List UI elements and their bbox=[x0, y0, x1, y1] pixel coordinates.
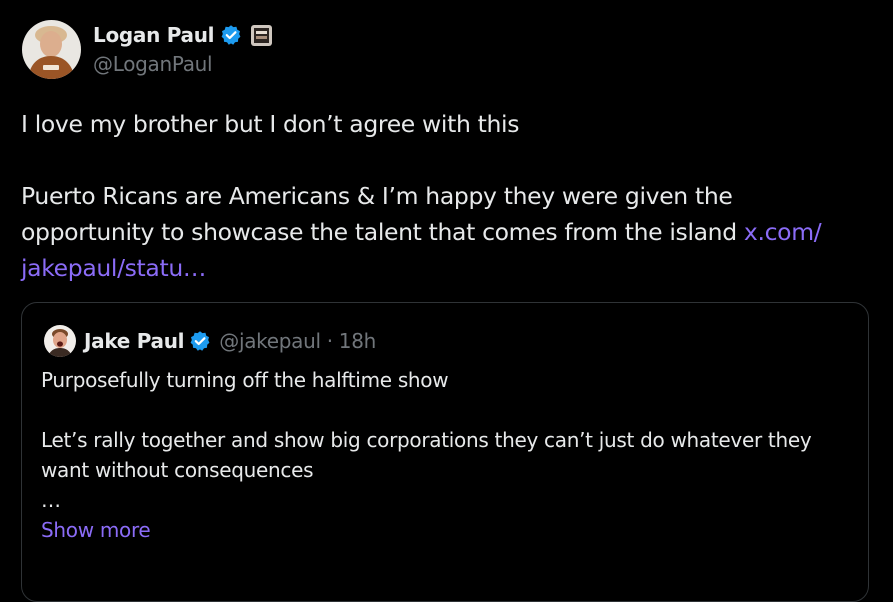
separator-dot: · bbox=[326, 329, 333, 353]
tweet-text-fragment: opportunity to showcase the talent that … bbox=[21, 218, 744, 246]
tweet-text-line: jakepaul/statu… bbox=[21, 250, 861, 286]
quoted-tweet-header: Jake Paul @jakepaul · 18h bbox=[44, 325, 376, 357]
tweet-text-line: I love my brother but I don’t agree with… bbox=[21, 110, 520, 138]
author-handle[interactable]: @LoganPaul bbox=[93, 52, 213, 76]
quoted-text-ellipsis: … bbox=[41, 488, 61, 512]
quoted-text-line: Let’s rally together and show big corpor… bbox=[41, 428, 812, 452]
tweet: Logan Paul @LoganPaul I love my brother … bbox=[0, 0, 893, 602]
quoted-tweet-timestamp[interactable]: 18h bbox=[339, 329, 377, 353]
quoted-text-spacer bbox=[41, 395, 861, 425]
affiliate-badge-icon[interactable] bbox=[251, 24, 273, 46]
author-name-row: Logan Paul bbox=[93, 22, 273, 48]
quoted-author-avatar[interactable] bbox=[44, 325, 76, 357]
quoted-text-line: want without consequences bbox=[41, 458, 314, 482]
tweet-text-line: Puerto Ricans are Americans & I’m happy … bbox=[21, 182, 733, 210]
show-more-link[interactable]: Show more bbox=[41, 515, 861, 545]
tweet-text: I love my brother but I don’t agree with… bbox=[21, 106, 861, 286]
quoted-tweet-card[interactable]: Jake Paul @jakepaul · 18h Purposefully t… bbox=[21, 302, 869, 602]
quoted-tweet-text: Purposefully turning off the halftime sh… bbox=[41, 365, 861, 545]
tweet-text-line: opportunity to showcase the talent that … bbox=[21, 214, 861, 250]
verified-badge-icon[interactable] bbox=[220, 24, 242, 46]
quoted-author-name[interactable]: Jake Paul bbox=[84, 329, 185, 353]
tweet-link[interactable]: x.com/ bbox=[744, 218, 822, 246]
verified-badge-icon[interactable] bbox=[189, 330, 211, 352]
quoted-author-handle[interactable]: @jakepaul bbox=[219, 329, 321, 353]
author-avatar[interactable] bbox=[22, 20, 81, 79]
author-name[interactable]: Logan Paul bbox=[93, 23, 215, 47]
quoted-text-line: Purposefully turning off the halftime sh… bbox=[41, 368, 449, 392]
tweet-link-continued[interactable]: jakepaul/statu… bbox=[21, 254, 206, 282]
tweet-text-spacer bbox=[21, 142, 861, 178]
